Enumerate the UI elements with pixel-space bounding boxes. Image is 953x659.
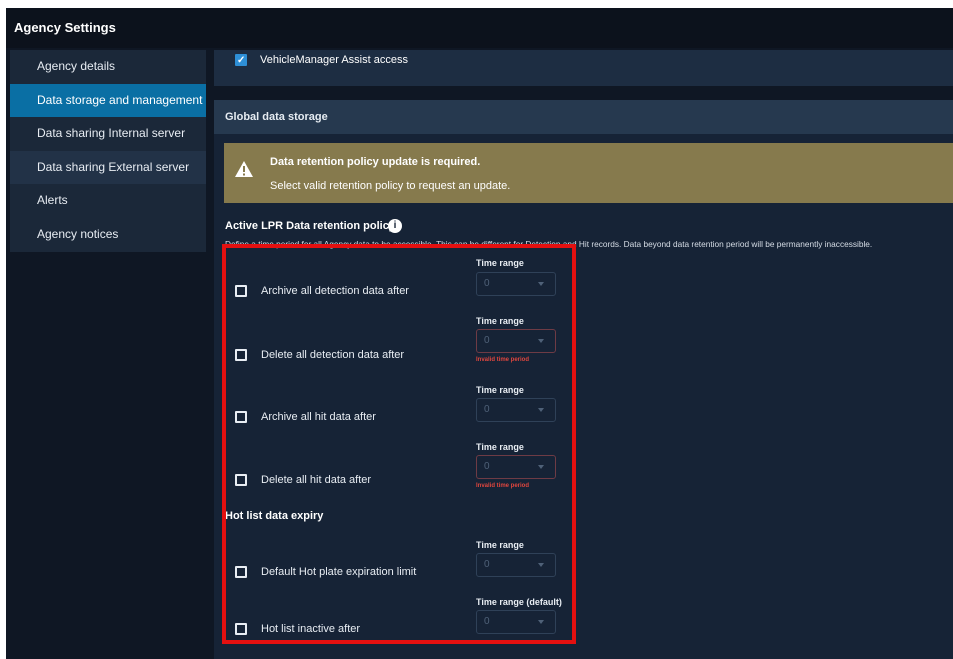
hot-plate-expiration-label: Default Hot plate expiration limit <box>261 566 417 578</box>
chevron-down-icon <box>538 563 544 567</box>
delete-detection-select[interactable]: 0 <box>476 329 556 353</box>
select-value: 0 <box>484 461 490 472</box>
hot-plate-expiration-checkbox[interactable] <box>235 566 247 578</box>
window-title: Agency Settings <box>6 8 953 48</box>
hot-list-inactive-label: Hot list inactive after <box>261 623 361 635</box>
retention-warning: Data retention policy update is required… <box>224 143 953 203</box>
vehiclemanager-checkbox[interactable]: ✓ <box>235 54 247 66</box>
vehiclemanager-card: ✓ VehicleManager Assist access <box>214 50 953 86</box>
global-data-storage-card: Global data storage Data retention polic… <box>214 100 953 659</box>
warning-icon <box>235 161 253 177</box>
info-icon[interactable]: i <box>388 219 402 233</box>
select-value: 0 <box>484 559 490 570</box>
sidebar-item-alerts[interactable]: Alerts <box>10 184 206 218</box>
sidebar-item-data-storage[interactable]: Data storage and management <box>10 83 206 118</box>
sidebar-item-agency-details[interactable]: Agency details <box>10 50 206 84</box>
delete-detection-checkbox[interactable] <box>235 349 247 361</box>
time-range-label: Time range <box>476 385 524 395</box>
select-value: 0 <box>484 335 490 346</box>
time-range-label: Time range <box>476 540 524 550</box>
time-range-label: Time range <box>476 258 524 268</box>
sidebar-item-agency-notices[interactable]: Agency notices <box>10 218 206 252</box>
delete-hit-checkbox[interactable] <box>235 474 247 486</box>
delete-detection-label: Delete all detection data after <box>261 349 405 361</box>
hot-list-inactive-select[interactable]: 0 <box>476 610 556 634</box>
sidebar-item-sharing-internal[interactable]: Data sharing Internal server <box>10 117 206 151</box>
app-window: Agency Settings Agency details Data stor… <box>6 8 953 659</box>
vehiclemanager-label: VehicleManager Assist access <box>260 54 408 66</box>
select-value: 0 <box>484 278 490 289</box>
archive-detection-checkbox[interactable] <box>235 285 247 297</box>
warning-title: Data retention policy update is required… <box>270 156 481 168</box>
time-range-label: Time range <box>476 316 524 326</box>
error-text: Invalid time period <box>476 483 530 489</box>
archive-hit-checkbox[interactable] <box>235 411 247 423</box>
time-range-label: Time range <box>476 442 524 452</box>
chevron-down-icon <box>538 282 544 286</box>
delete-hit-label: Delete all hit data after <box>261 474 372 486</box>
chevron-down-icon <box>538 408 544 412</box>
chevron-down-icon <box>538 620 544 624</box>
select-value: 0 <box>484 616 490 627</box>
section-header: Global data storage <box>214 100 953 134</box>
policy-title: Active LPR Data retention policy <box>225 220 395 232</box>
archive-hit-select[interactable]: 0 <box>476 398 556 422</box>
archive-detection-label: Archive all detection data after <box>261 285 409 297</box>
warning-text: Select valid retention policy to request… <box>270 180 511 192</box>
select-value: 0 <box>484 404 490 415</box>
archive-hit-label: Archive all hit data after <box>261 411 376 423</box>
time-range-label: Time range (default) <box>476 597 562 607</box>
hot-list-inactive-checkbox[interactable] <box>235 623 247 635</box>
hot-list-title: Hot list data expiry <box>225 510 324 522</box>
delete-hit-select[interactable]: 0 <box>476 455 556 479</box>
sidebar: Agency details Data storage and manageme… <box>10 50 206 252</box>
error-text: Invalid time period <box>476 357 530 363</box>
content-area: ✓ VehicleManager Assist access Global da… <box>214 50 953 659</box>
sidebar-item-sharing-external[interactable]: Data sharing External server <box>10 150 206 185</box>
chevron-down-icon <box>538 465 544 469</box>
policy-description: Define a time period for all Agency data… <box>225 239 873 249</box>
chevron-down-icon <box>538 339 544 343</box>
hot-plate-expiration-select[interactable]: 0 <box>476 553 556 577</box>
archive-detection-select[interactable]: 0 <box>476 272 556 296</box>
